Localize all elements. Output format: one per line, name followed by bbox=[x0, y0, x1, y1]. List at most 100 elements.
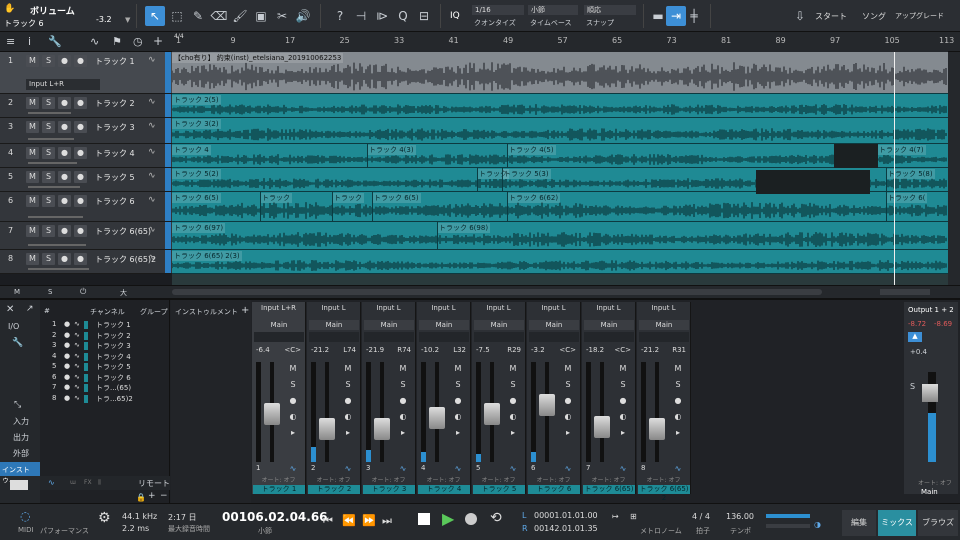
output-route[interactable]: Main bbox=[529, 320, 579, 330]
monitor-button[interactable]: ● bbox=[74, 225, 87, 237]
visible-icon[interactable]: ● bbox=[64, 331, 70, 339]
arrangement-view[interactable]: 【cho有り】 約束(inst)_etelsiana_201910062253 ト… bbox=[172, 52, 948, 285]
clip-label[interactable]: トラック 4 bbox=[172, 145, 211, 155]
add-icon[interactable]: + bbox=[148, 491, 156, 501]
channel-list-item[interactable]: 1 ● ∿ トラック 1 bbox=[44, 320, 168, 330]
volume-value[interactable]: -3.2 bbox=[531, 346, 545, 354]
pan-slider[interactable] bbox=[309, 332, 359, 342]
volume-value[interactable]: -10.2 bbox=[421, 346, 439, 354]
track-volume-bar[interactable] bbox=[28, 268, 89, 270]
play-icon[interactable]: ▸ bbox=[507, 428, 519, 437]
mute-button[interactable]: M bbox=[342, 364, 354, 373]
download-icon[interactable]: ⇩ bbox=[790, 6, 810, 26]
channel-list-item[interactable]: 3 ● ∿ トラック 3 bbox=[44, 341, 168, 351]
close-icon[interactable]: ✕ bbox=[6, 304, 14, 315]
fader-cap[interactable] bbox=[319, 417, 335, 440]
help-icon[interactable]: ? bbox=[330, 6, 350, 26]
mute-button[interactable]: M bbox=[26, 97, 39, 109]
solo-button[interactable]: S bbox=[452, 380, 464, 389]
song-button[interactable]: ソング bbox=[862, 11, 886, 22]
volume-value[interactable]: -7.5 bbox=[476, 346, 490, 354]
quantize-dropdown[interactable]: 1/16 bbox=[472, 5, 524, 15]
output-route[interactable]: Main bbox=[364, 320, 414, 330]
clip-label[interactable]: トラック 6( bbox=[886, 193, 928, 203]
channel-list-item[interactable]: 5 ● ∿ トラック 5 bbox=[44, 362, 168, 372]
automation-mode[interactable]: オート: オフ bbox=[582, 475, 635, 484]
record-button[interactable]: ● bbox=[452, 396, 464, 405]
volume-value[interactable]: -21.2 bbox=[311, 346, 329, 354]
remove-icon[interactable]: − bbox=[160, 491, 168, 501]
clip-label[interactable]: トラック bbox=[332, 193, 364, 203]
monitor-button[interactable]: ● bbox=[74, 121, 87, 133]
automation-mode[interactable]: オート: オフ bbox=[417, 475, 470, 484]
track-header[interactable]: 8 M S ● ● トラック 6(65)2 ∿ bbox=[0, 250, 172, 274]
eraser-tool-icon[interactable]: ⌫ bbox=[209, 6, 229, 26]
pan-value[interactable]: <C> bbox=[614, 346, 631, 354]
mute-button[interactable]: M bbox=[26, 55, 39, 67]
record-arm-button[interactable]: ● bbox=[58, 55, 71, 67]
stop-icon[interactable] bbox=[418, 513, 430, 525]
monitor-button[interactable]: ● bbox=[74, 171, 87, 183]
play-icon[interactable]: ▶ bbox=[442, 509, 454, 528]
solo-button[interactable]: S bbox=[342, 380, 354, 389]
channel-name[interactable]: トラック 6(65) bbox=[583, 485, 635, 494]
solo-button[interactable]: S bbox=[42, 121, 55, 133]
input-select[interactable]: Input L bbox=[417, 304, 470, 312]
channel-name[interactable]: トラック 4 bbox=[418, 485, 470, 494]
monitor-button[interactable]: ◐ bbox=[452, 412, 464, 421]
mute-button[interactable]: M bbox=[287, 364, 299, 373]
groove-icon[interactable]: ⊟ bbox=[414, 6, 434, 26]
automation-icon[interactable]: ∿ bbox=[90, 35, 99, 48]
monitor-button[interactable]: ● bbox=[74, 253, 87, 265]
rewind-icon[interactable]: ⏪ bbox=[342, 514, 356, 527]
iq-label[interactable]: IQ bbox=[450, 11, 460, 21]
solo-button[interactable]: S bbox=[672, 380, 684, 389]
record-button[interactable]: ● bbox=[562, 396, 574, 405]
paint-tool-icon[interactable]: 🖌 bbox=[230, 6, 250, 26]
monitor-button[interactable]: ◐ bbox=[287, 412, 299, 421]
mix-button[interactable]: ミックス bbox=[878, 510, 916, 536]
precount-icon[interactable]: ⊞ bbox=[630, 512, 637, 521]
timeline-ruler[interactable]: 4/4 1 9 17 25 33 41 49 57 65 73 81 89 97 105 113 bbox=[172, 32, 954, 52]
track-header[interactable]: 5 M S ● ● トラック 5 ∿ bbox=[0, 168, 172, 192]
solo-button[interactable]: S bbox=[48, 288, 52, 296]
side-external[interactable]: 外部 bbox=[13, 448, 29, 459]
hand-icon[interactable]: ✋ bbox=[4, 4, 15, 14]
input-select[interactable]: Input L bbox=[362, 304, 415, 312]
monitor-button[interactable]: ◐ bbox=[562, 412, 574, 421]
output-route[interactable]: Main bbox=[474, 320, 524, 330]
monitor-button[interactable]: ● bbox=[74, 147, 87, 159]
automation-mode[interactable]: オート: オフ bbox=[307, 475, 360, 484]
visible-icon[interactable]: ● bbox=[64, 383, 70, 391]
fader-cap[interactable] bbox=[429, 407, 445, 429]
mute-button[interactable]: M bbox=[562, 364, 574, 373]
side-input[interactable]: 入力 bbox=[13, 416, 29, 427]
track-name[interactable]: トラック 1 bbox=[95, 56, 135, 67]
playhead-follow-icon[interactable]: ╪ bbox=[684, 6, 704, 26]
pencil-tool-icon[interactable]: ✎ bbox=[188, 6, 208, 26]
solo-button[interactable]: S bbox=[617, 380, 629, 389]
track-lane[interactable]: トラック 3(2) bbox=[172, 118, 948, 144]
pan-slider[interactable] bbox=[419, 332, 469, 342]
input-select[interactable]: Input L bbox=[582, 304, 635, 312]
channel-list-item[interactable]: 4 ● ∿ トラック 4 bbox=[44, 352, 168, 362]
track-header[interactable]: 4 M S ● ● トラック 4 ∿ bbox=[0, 144, 172, 168]
track-name[interactable]: トラック 5 bbox=[95, 172, 135, 183]
snap-grid-icon[interactable]: ▬ bbox=[648, 6, 668, 26]
edit-button[interactable]: 編集 bbox=[842, 510, 876, 536]
loop-right[interactable]: 00142.01.01.35 bbox=[534, 524, 598, 533]
pan-value[interactable]: <C> bbox=[284, 346, 301, 354]
mute-button[interactable]: M bbox=[507, 364, 519, 373]
channel-name[interactable]: トラック 3 bbox=[363, 485, 415, 494]
io-button[interactable]: I/O bbox=[8, 322, 19, 331]
channel-list-item[interactable]: 8 ● ∿ トラ...65)2 bbox=[44, 394, 168, 404]
visible-icon[interactable]: ● bbox=[64, 394, 70, 402]
track-header[interactable]: 2 M S ● ● トラック 2 ∿ bbox=[0, 94, 172, 118]
side-output[interactable]: 出力 bbox=[13, 432, 29, 443]
clip-label[interactable]: トラック 4(3) bbox=[367, 145, 416, 155]
clip-label[interactable]: トラック 5(2) bbox=[172, 169, 221, 179]
mute-button[interactable]: M bbox=[26, 225, 39, 237]
automation-mode[interactable]: オート: オフ bbox=[252, 475, 305, 484]
automation-mode[interactable]: オート: オフ bbox=[472, 475, 525, 484]
record-button[interactable]: ● bbox=[342, 396, 354, 405]
